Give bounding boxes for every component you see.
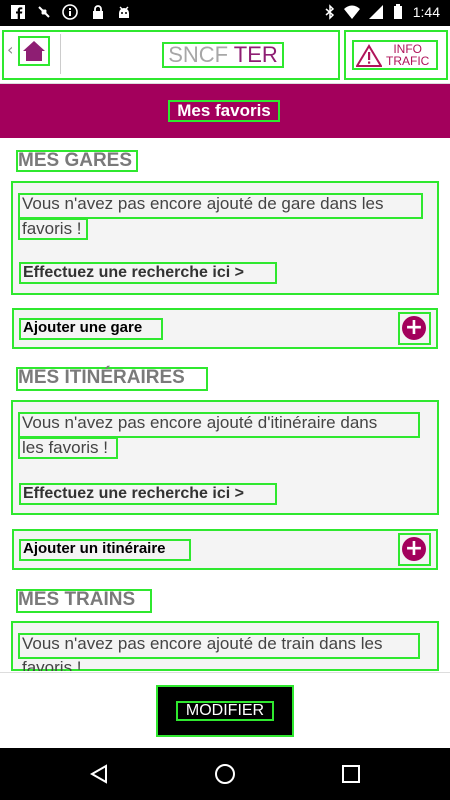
page-title: Mes favoris [168,100,280,122]
gares-empty-message-line2: favoris ! [18,218,88,240]
section-heading-itineraires: MES ITINÉRAIRES [16,367,208,391]
itineraires-search-link[interactable]: Effectuez une recherche ici > [19,483,277,505]
back-chevron-icon[interactable]: ‹ [7,40,13,59]
section-heading-trains: MES TRAINS [16,589,152,613]
info-trafic-button[interactable]: INFO TRAFIC [352,40,438,70]
info-circle-icon [62,4,78,20]
trains-empty-message-line2-clip: favoris ! [18,659,138,671]
header-divider [60,34,61,74]
wifi-icon [344,4,360,20]
home-circle-icon[interactable] [214,763,236,789]
logo-ter-text: TER [233,42,278,67]
add-itineraire-label[interactable]: Ajouter un itinéraire [19,539,191,561]
logo-sncf-text: SNCF [168,42,229,67]
home-button[interactable] [18,36,50,66]
itineraires-empty-message-line2: les favoris ! [18,437,118,459]
android-icon [116,4,132,20]
sncf-ter-logo: SNCF TER [162,42,284,68]
battery-icon [390,4,406,20]
info-trafic-line2: TRAFIC [386,54,430,68]
plus-icon: + [402,537,426,561]
plus-icon: + [402,316,426,340]
bluetooth-icon [322,4,338,20]
recents-square-icon[interactable] [341,764,361,788]
home-icon [22,39,46,67]
gares-search-link[interactable]: Effectuez une recherche ici > [19,262,277,284]
add-itineraire-button[interactable]: + [398,533,431,566]
section-heading-gares: MES GARES [16,150,138,172]
add-gare-label[interactable]: Ajouter une gare [19,318,163,340]
lock-icon [90,4,106,20]
warning-icon [355,44,383,73]
facebook-icon [10,4,26,20]
back-triangle-icon[interactable] [88,763,110,789]
add-gare-button[interactable]: + [398,312,431,345]
status-time: 1:44 [412,4,440,20]
gares-empty-message-line1: Vous n'avez pas encore ajouté de gare da… [18,193,423,219]
modify-button-label[interactable]: MODIFIER [176,701,274,721]
signal-icon [368,4,384,20]
android-nav-bar [0,748,450,800]
itineraires-empty-message-line1: Vous n'avez pas encore ajouté d'itinérai… [18,412,420,438]
status-bar: 1:44 [0,0,450,26]
satellite-icon [36,4,52,20]
trains-empty-message-line1: Vous n'avez pas encore ajouté de train d… [18,633,420,659]
trains-empty-message-line2: favoris ! [22,659,82,671]
